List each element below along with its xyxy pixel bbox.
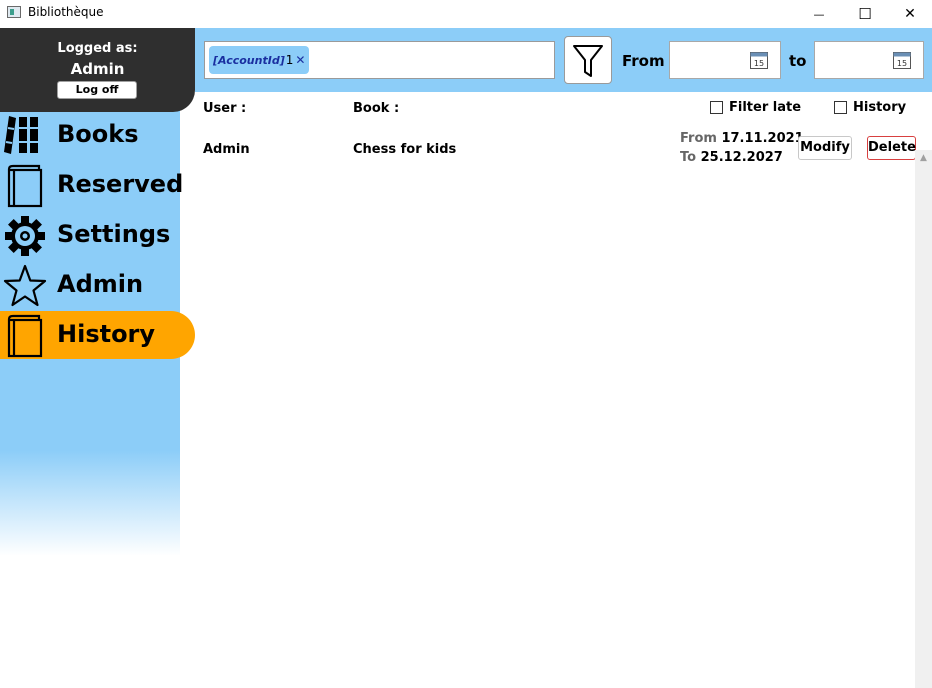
delete-button[interactable]: Delete xyxy=(867,136,916,160)
book-icon xyxy=(7,164,43,208)
svg-text:15: 15 xyxy=(754,59,764,68)
gear-icon xyxy=(5,216,45,256)
star-icon xyxy=(3,264,47,307)
history-checkbox[interactable] xyxy=(834,101,847,114)
nav-label-admin: Admin xyxy=(57,270,144,298)
filter-tag-value: 1 xyxy=(285,53,294,67)
nav-label-books: Books xyxy=(57,120,139,148)
row-from-date: 17.11.2021 xyxy=(721,131,804,146)
svg-text:15: 15 xyxy=(897,59,907,68)
calendar-icon[interactable]: 15 xyxy=(893,51,911,69)
maximize-icon: ☐ xyxy=(858,5,872,23)
close-button[interactable]: ✕ xyxy=(887,0,932,28)
nav-item-history[interactable]: History xyxy=(0,311,195,359)
row-to-label: To xyxy=(680,150,697,165)
from-date-picker[interactable]: 15 xyxy=(669,41,781,79)
filter-late-label: Filter late xyxy=(729,100,802,115)
nav-item-admin[interactable]: Admin xyxy=(0,261,195,309)
nav-label-settings: Settings xyxy=(57,220,171,248)
scroll-up-icon[interactable]: ▲ xyxy=(915,150,932,167)
user-column-header: User : xyxy=(203,101,247,116)
filter-tag-name: [AccountId] xyxy=(213,53,285,67)
filter-tag: [AccountId] 1 ✕ xyxy=(209,46,310,74)
books-icon xyxy=(4,116,38,154)
modify-button[interactable]: Modify xyxy=(798,136,852,160)
title-bar xyxy=(0,0,932,28)
to-date-picker[interactable]: 15 xyxy=(814,41,924,79)
app-icon xyxy=(7,6,21,18)
minimize-icon: — xyxy=(813,7,825,21)
row-from: From 17.11.2021 xyxy=(680,131,804,146)
nav-label-reserved: Reserved xyxy=(57,170,184,198)
window-title: Bibliothèque xyxy=(28,5,104,19)
row-from-label: From xyxy=(680,131,717,146)
book-icon xyxy=(7,314,43,358)
row-to: To 25.12.2027 xyxy=(680,150,783,165)
from-date-label: From xyxy=(622,52,665,70)
row-user: Admin xyxy=(203,142,250,157)
nav-item-books[interactable]: Books xyxy=(0,111,195,159)
filter-late-checkbox[interactable] xyxy=(710,101,723,114)
nav-label-history: History xyxy=(57,320,156,348)
remove-tag-icon[interactable]: ✕ xyxy=(295,53,305,67)
to-date-label: to xyxy=(789,52,807,70)
close-icon: ✕ xyxy=(904,6,916,22)
nav-item-settings[interactable]: Settings xyxy=(0,211,195,259)
logged-user-name: Admin xyxy=(70,60,125,78)
filter-tags-input[interactable]: [AccountId] 1 ✕ xyxy=(204,41,555,79)
row-to-date: 25.12.2027 xyxy=(700,150,783,165)
vertical-scrollbar[interactable] xyxy=(915,150,932,688)
history-label: History xyxy=(853,100,907,115)
minimize-button[interactable]: — xyxy=(796,0,842,28)
nav-item-reserved[interactable]: Reserved xyxy=(0,161,195,209)
funnel-icon xyxy=(573,45,603,77)
calendar-icon[interactable]: 15 xyxy=(750,51,768,69)
logoff-button[interactable]: Log off xyxy=(57,81,137,99)
book-column-header: Book : xyxy=(353,101,400,116)
maximize-button[interactable]: ☐ xyxy=(842,0,888,28)
row-book: Chess for kids xyxy=(353,142,457,157)
filter-button[interactable] xyxy=(564,36,612,84)
logged-as-label: Logged as: xyxy=(57,41,138,56)
